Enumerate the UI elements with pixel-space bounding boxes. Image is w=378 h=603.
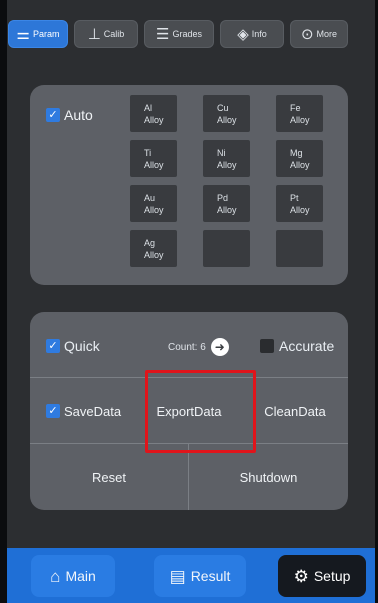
alloy-element: Pd bbox=[217, 192, 229, 203]
tab-params-label: Param bbox=[32, 29, 60, 39]
nav-main-label: Main bbox=[65, 568, 96, 584]
info-layers-icon: ◈ bbox=[237, 25, 249, 43]
nav-result-label: Result bbox=[190, 568, 231, 584]
alloy-element: Au bbox=[144, 192, 156, 203]
tab-more-label: More bbox=[316, 29, 338, 39]
tab-params[interactable]: ⚌ Param bbox=[8, 20, 68, 48]
alloy-suffix: Alloy bbox=[217, 159, 237, 170]
alloy-button-pt[interactable]: Pt Alloy bbox=[276, 185, 323, 222]
alloy-suffix: Alloy bbox=[217, 114, 237, 125]
home-icon: ⌂ bbox=[50, 566, 61, 586]
shutdown-button[interactable]: Shutdown bbox=[189, 444, 348, 510]
alloy-grid: Al Alloy Cu Alloy Fe Alloy Ti Alloy Ni A… bbox=[130, 95, 323, 267]
tab-info-label: Info bbox=[251, 29, 267, 39]
nav-main-button[interactable]: ⌂ Main bbox=[31, 555, 115, 597]
tab-calib-label: Calib bbox=[103, 29, 125, 39]
alloy-button-al[interactable]: Al Alloy bbox=[130, 95, 177, 132]
arrow-right-icon[interactable]: ➜ bbox=[210, 338, 229, 356]
alloy-button-au[interactable]: Au Alloy bbox=[130, 185, 177, 222]
alloy-button-empty bbox=[203, 230, 250, 267]
savedata-label: SaveData bbox=[64, 403, 122, 419]
auto-checkbox[interactable]: ✓ Auto bbox=[46, 107, 93, 123]
accurate-label: Accurate bbox=[279, 338, 335, 354]
tab-grades[interactable]: ☰ Grades bbox=[144, 20, 214, 48]
alloy-button-mg[interactable]: Mg Alloy bbox=[276, 140, 323, 177]
accurate-checkbox[interactable]: Accurate bbox=[260, 338, 334, 354]
alloy-button-pd[interactable]: Pd Alloy bbox=[203, 185, 250, 222]
reset-button[interactable]: Reset bbox=[30, 444, 189, 510]
alloy-element: Ti bbox=[144, 147, 152, 158]
top-tab-bar: ⚌ Param ⊥ Calib ☰ Grades ◈ Info ⊙ More bbox=[8, 20, 364, 50]
alloy-suffix: Alloy bbox=[144, 204, 164, 215]
alloy-suffix: Alloy bbox=[144, 159, 164, 170]
nav-result-button[interactable]: ▤ Result bbox=[154, 555, 246, 597]
alloy-element: Fe bbox=[290, 102, 301, 113]
cleandata-button[interactable]: CleanData bbox=[242, 378, 348, 444]
params-sliders-icon: ⚌ bbox=[16, 25, 30, 43]
alloy-element: Cu bbox=[217, 102, 229, 113]
mode-row: ✓ Quick Count: 6 ➜ Accurate bbox=[30, 312, 348, 378]
alloy-button-ti[interactable]: Ti Alloy bbox=[130, 140, 177, 177]
checkmark-icon: ✓ bbox=[46, 404, 60, 418]
count-control[interactable]: Count: 6 ➜ bbox=[168, 338, 229, 356]
highlight-box bbox=[145, 370, 256, 453]
tab-more[interactable]: ⊙ More bbox=[290, 20, 348, 48]
quick-label: Quick bbox=[64, 338, 100, 354]
alloy-element: Pt bbox=[290, 192, 299, 203]
alloy-suffix: Alloy bbox=[144, 114, 164, 125]
tab-calib[interactable]: ⊥ Calib bbox=[74, 20, 138, 48]
result-document-icon: ▤ bbox=[169, 566, 186, 586]
more-dots-icon: ⊙ bbox=[300, 25, 314, 43]
gear-icon: ⚙ bbox=[293, 566, 309, 586]
checkmark-icon: ✓ bbox=[46, 339, 60, 353]
alloy-button-fe[interactable]: Fe Alloy bbox=[276, 95, 323, 132]
tab-grades-label: Grades bbox=[172, 29, 202, 39]
alloy-button-ag[interactable]: Ag Alloy bbox=[130, 230, 177, 267]
count-label: Count: 6 bbox=[168, 341, 206, 353]
alloy-suffix: Alloy bbox=[144, 249, 164, 260]
alloy-element: Ag bbox=[144, 237, 156, 248]
checkmark-icon: ✓ bbox=[46, 108, 60, 122]
alloy-element: Ni bbox=[217, 147, 226, 158]
tab-info[interactable]: ◈ Info bbox=[220, 20, 284, 48]
nav-setup-button[interactable]: ⚙ Setup bbox=[278, 555, 366, 597]
alloy-button-cu[interactable]: Cu Alloy bbox=[203, 95, 250, 132]
calibration-icon: ⊥ bbox=[87, 25, 101, 43]
bottom-nav-bar: ⌂ Main ▤ Result ⚙ Setup bbox=[7, 548, 375, 603]
auto-label: Auto bbox=[64, 107, 93, 123]
alloy-suffix: Alloy bbox=[290, 159, 310, 170]
savedata-checkbox[interactable]: ✓ SaveData bbox=[30, 378, 136, 444]
checkbox-empty-icon bbox=[260, 339, 274, 353]
grades-database-icon: ☰ bbox=[156, 25, 170, 43]
alloy-suffix: Alloy bbox=[217, 204, 237, 215]
nav-setup-label: Setup bbox=[313, 568, 351, 584]
alloy-element: Mg bbox=[290, 147, 303, 158]
alloy-element: Al bbox=[144, 102, 153, 113]
alloy-button-ni[interactable]: Ni Alloy bbox=[203, 140, 250, 177]
system-row: Reset Shutdown bbox=[30, 444, 348, 510]
alloy-suffix: Alloy bbox=[290, 114, 310, 125]
alloy-suffix: Alloy bbox=[290, 204, 310, 215]
alloy-button-empty bbox=[276, 230, 323, 267]
alloy-selection-panel: ✓ Auto Al Alloy Cu Alloy Fe Alloy Ti All… bbox=[30, 85, 348, 285]
quick-checkbox[interactable]: ✓ Quick bbox=[46, 338, 100, 354]
